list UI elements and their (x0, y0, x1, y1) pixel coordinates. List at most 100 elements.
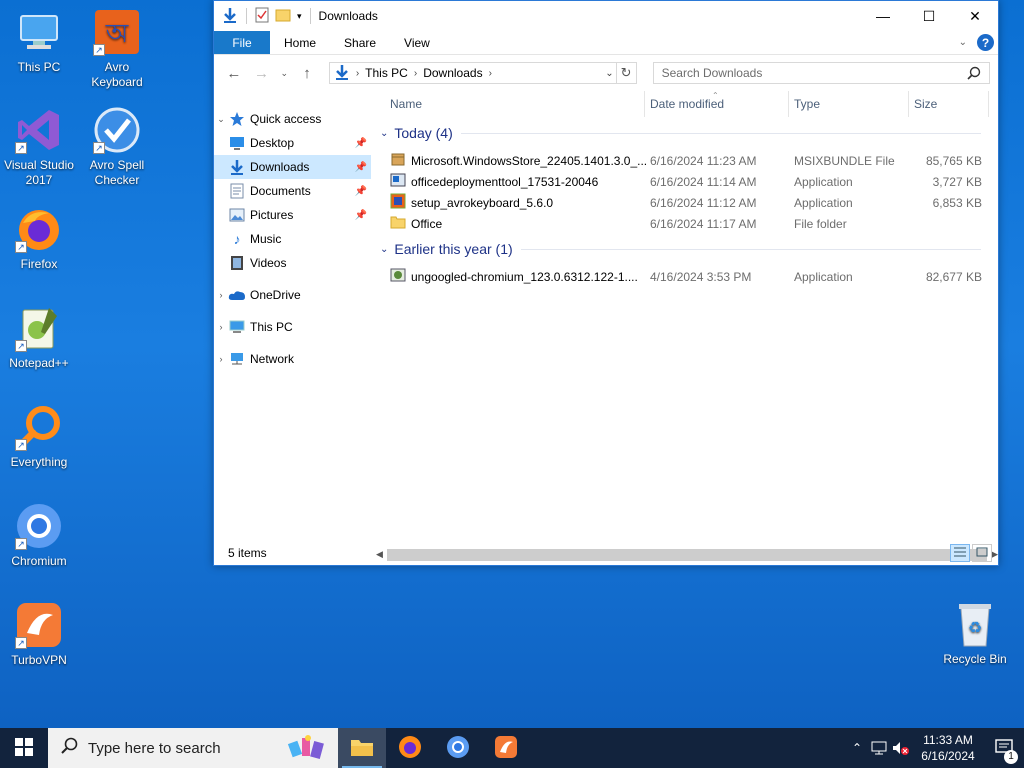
taskbar-firefox[interactable] (386, 728, 434, 768)
star-icon (228, 111, 246, 127)
desktop-icon-turbovpn[interactable]: ↗ TurboVPN (0, 601, 78, 668)
pictures-icon (228, 207, 246, 223)
tab-view[interactable]: View (390, 31, 444, 54)
nav-item-desktop[interactable]: Desktop 📌 (214, 131, 371, 155)
column-header-name[interactable]: Name (390, 97, 422, 111)
large-icons-view-button[interactable] (972, 544, 992, 562)
tab-file[interactable]: File (214, 31, 270, 54)
quick-access-toolbar: ▾ (214, 7, 313, 26)
desktop-icon-notepad-plus-plus[interactable]: ↗ Notepad++ (0, 304, 78, 371)
tab-home[interactable]: Home (270, 31, 330, 54)
nav-item-quick-access[interactable]: ⌄ Quick access (214, 107, 371, 131)
column-header-type[interactable]: Type (794, 97, 820, 111)
search-box[interactable] (652, 62, 991, 84)
shortcut-arrow-icon: ↗ (15, 241, 27, 253)
desktop-icon-label: Avro Spell Checker (89, 158, 145, 187)
start-button[interactable] (0, 728, 48, 768)
address-bar[interactable]: › This PC › Downloads › ⌄ ↻ (328, 62, 637, 84)
desktop-icon-this-pc[interactable]: This PC (0, 8, 78, 75)
table-row[interactable]: setup_avrokeyboard_5.6.0 6/16/2024 11:12… (372, 192, 998, 213)
clock[interactable]: 11:33 AM 6/16/2024 (912, 732, 984, 764)
tab-share[interactable]: Share (330, 31, 390, 54)
taskbar: Type here to search ⌃ 11:33 AM 6/16/2024… (0, 728, 1024, 768)
clock-time: 11:33 AM (923, 733, 973, 747)
forward-button[interactable]: → (250, 65, 274, 82)
taskbar-turbovpn[interactable] (482, 728, 530, 768)
recent-locations-chevron-icon[interactable]: ⌄ (277, 68, 291, 79)
desktop-icon-firefox[interactable]: ↗ Firefox (0, 205, 78, 272)
back-button[interactable]: ← (222, 65, 246, 82)
nav-item-documents[interactable]: Documents 📌 (214, 179, 371, 203)
nav-item-pictures[interactable]: Pictures 📌 (214, 203, 371, 227)
collapse-chevron-icon[interactable]: ⌄ (214, 114, 228, 125)
properties-icon[interactable] (255, 7, 269, 26)
new-folder-icon[interactable] (275, 8, 291, 25)
expand-chevron-icon[interactable]: › (214, 322, 228, 332)
nav-item-this-pc[interactable]: › This PC (214, 315, 371, 339)
expand-chevron-icon[interactable]: › (214, 354, 228, 364)
group-label: Today (4) (394, 125, 453, 141)
nav-item-videos[interactable]: Videos (214, 251, 371, 275)
search-input[interactable] (661, 66, 962, 80)
desktop-icon-avro-spell-checker[interactable]: ↗ Avro Spell Checker (78, 106, 156, 188)
close-button[interactable]: ✕ (952, 1, 998, 31)
nav-label: Quick access (250, 112, 322, 126)
table-row[interactable]: Microsoft.WindowsStore_22405.1401.3.0_..… (372, 150, 998, 171)
expand-ribbon-chevron-icon[interactable]: ⌄ (959, 37, 967, 48)
file-name: setup_avrokeyboard_5.6.0 (411, 195, 554, 210)
group-header-today[interactable]: ⌄ Today (4) (380, 125, 981, 141)
desktop-icon-chromium[interactable]: ↗ Chromium (0, 502, 78, 569)
group-header-earlier-this-year[interactable]: ⌄ Earlier this year (1) (380, 241, 981, 257)
minimize-button[interactable]: — (860, 1, 906, 31)
search-highlights-icon (286, 734, 330, 766)
taskbar-file-explorer[interactable] (338, 728, 386, 768)
customize-toolbar-chevron-icon[interactable]: ▾ (297, 11, 302, 22)
volume-muted-icon[interactable] (890, 741, 912, 755)
desktop-icon-avro-keyboard[interactable]: অ ↗ Avro Keyboard (78, 8, 156, 90)
nav-item-downloads[interactable]: Downloads 📌 (214, 155, 371, 179)
system-tray: ⌃ 11:33 AM 6/16/2024 1 (846, 728, 1024, 768)
file-explorer-window: ▾ Downloads — ☐ ✕ File Home Share View ⌄… (213, 0, 999, 566)
column-header-size[interactable]: Size (914, 97, 937, 111)
shortcut-arrow-icon: ↗ (15, 142, 27, 154)
taskbar-search-box[interactable]: Type here to search (48, 728, 338, 768)
network-icon[interactable] (868, 741, 890, 755)
nav-label: Videos (250, 256, 287, 270)
breadcrumb-downloads[interactable]: Downloads (423, 66, 482, 80)
maximize-button[interactable]: ☐ (906, 1, 952, 31)
nav-label: Music (250, 232, 282, 246)
large-icons-view-icon (976, 546, 988, 560)
notification-center-button[interactable]: 1 (984, 738, 1024, 764)
title-bar: ▾ Downloads — ☐ ✕ (214, 1, 998, 31)
nav-item-onedrive[interactable]: › OneDrive (214, 283, 371, 307)
this-pc-icon (228, 319, 246, 335)
desktop-icon-recycle-bin[interactable]: ♻ Recycle Bin (936, 600, 1014, 667)
nav-label: This PC (250, 320, 293, 334)
show-hidden-icons-chevron-icon[interactable]: ⌃ (846, 741, 868, 755)
refresh-icon[interactable]: ↻ (615, 63, 636, 83)
desktop-icon-everything[interactable]: ↗ Everything (0, 403, 78, 470)
breadcrumb-separator-icon: › (413, 67, 418, 79)
breadcrumb-this-pc[interactable]: This PC (365, 66, 408, 80)
desktop-icon-visual-studio[interactable]: ↗ Visual Studio 2017 (0, 106, 78, 188)
documents-icon (228, 183, 246, 199)
nav-item-network[interactable]: › Network (214, 347, 371, 371)
collapse-chevron-icon[interactable]: ⌄ (380, 128, 388, 139)
help-icon[interactable]: ? (977, 34, 994, 51)
table-row[interactable]: ungoogled-chromium_123.0.6312.122-1.... … (372, 266, 998, 287)
taskbar-chromium[interactable] (434, 728, 482, 768)
details-view-button[interactable] (950, 544, 970, 562)
collapse-chevron-icon[interactable]: ⌄ (380, 244, 388, 255)
nav-label: Documents (250, 184, 311, 198)
up-button[interactable]: ↑ (295, 65, 319, 82)
expand-chevron-icon[interactable]: › (214, 290, 228, 300)
table-row[interactable]: officedeploymenttool_17531-20046 6/16/20… (372, 171, 998, 192)
nav-label: Desktop (250, 136, 295, 150)
nav-item-music[interactable]: ♪ Music (214, 227, 371, 251)
navigation-pane: ⌄ Quick access Desktop 📌 Downloads 📌 Doc… (214, 91, 372, 541)
file-type: File folder (794, 216, 847, 231)
address-history-chevron-icon[interactable]: ⌄ (605, 68, 613, 79)
table-row[interactable]: Office 6/16/2024 11:17 AM File folder (372, 213, 998, 234)
file-date: 6/16/2024 11:14 AM (650, 174, 757, 189)
shortcut-arrow-icon: ↗ (15, 637, 27, 649)
